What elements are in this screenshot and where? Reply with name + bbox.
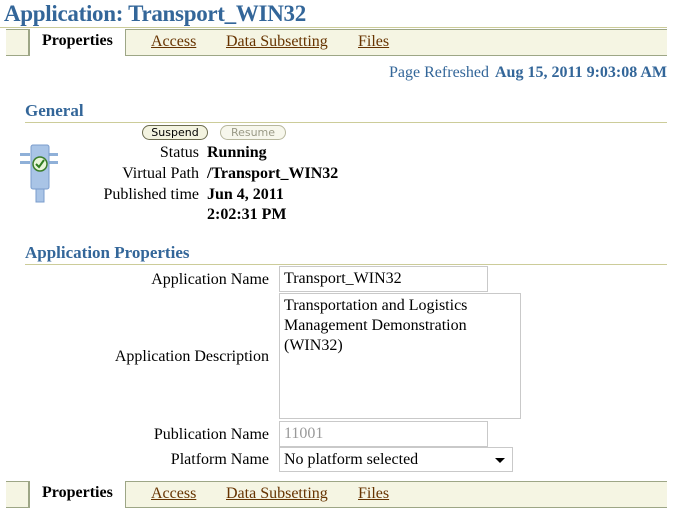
application-name-input[interactable]: Transport_WIN32 [279,266,488,292]
platform-name-selected: No platform selected [284,451,419,468]
publication-name-input: 11001 [279,421,488,447]
resume-button: Resume [220,125,286,140]
status-label: Status [159,144,199,161]
tab-bar-top: Properties Access Data Subsetting Files [0,27,667,56]
chevron-down-icon[interactable] [495,458,505,463]
application-properties-heading: Application Properties [25,242,667,265]
application-description-textarea[interactable]: Transportation and Logistics Management … [279,293,521,419]
publication-name-label: Publication Name [153,426,269,443]
general-heading: General [25,100,667,123]
published-time-label: Published time [103,186,199,203]
application-name-label: Application Name [151,271,269,288]
tab-bar-stub [6,30,29,55]
application-description-label: Application Description [114,348,269,365]
tab-access[interactable]: Access [151,30,196,55]
published-time-value: 2:02:31 PM [207,206,287,223]
tab-data-subsetting[interactable]: Data Subsetting [226,482,328,507]
page-refreshed-timestamp: Aug 15, 2011 9:03:08 AM [495,64,667,81]
platform-name-label: Platform Name [170,451,269,468]
published-date-value: Jun 4, 2011 [207,186,284,203]
platform-name-select[interactable]: No platform selected [279,447,513,472]
tab-files[interactable]: Files [358,482,389,507]
page-refreshed: Page Refreshed Aug 15, 2011 9:03:08 AM [389,64,667,82]
tab-properties[interactable]: Properties [29,481,126,508]
tab-bar-bottom: Properties Access Data Subsetting Files [6,481,667,508]
tab-access[interactable]: Access [151,482,196,507]
tab-data-subsetting[interactable]: Data Subsetting [226,30,328,55]
traffic-light-running-icon [20,144,58,203]
virtual-path-value: /Transport_WIN32 [207,165,339,182]
tab-properties[interactable]: Properties [29,29,126,56]
page-refreshed-label: Page Refreshed [389,64,489,81]
suspend-button[interactable]: Suspend [142,125,208,140]
virtual-path-label: Virtual Path [122,165,199,182]
tab-bar-stub [6,482,29,507]
status-value: Running [207,144,267,161]
tab-files[interactable]: Files [358,30,389,55]
page-title: Application: Transport_WIN32 [4,1,306,26]
